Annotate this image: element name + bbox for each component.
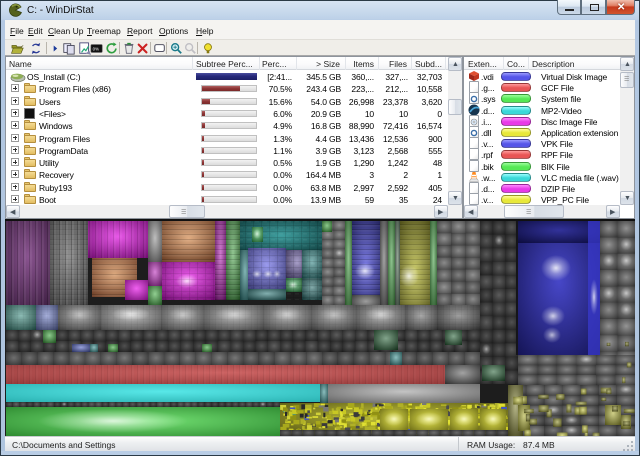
svg-text:0%: 0% <box>93 47 99 52</box>
